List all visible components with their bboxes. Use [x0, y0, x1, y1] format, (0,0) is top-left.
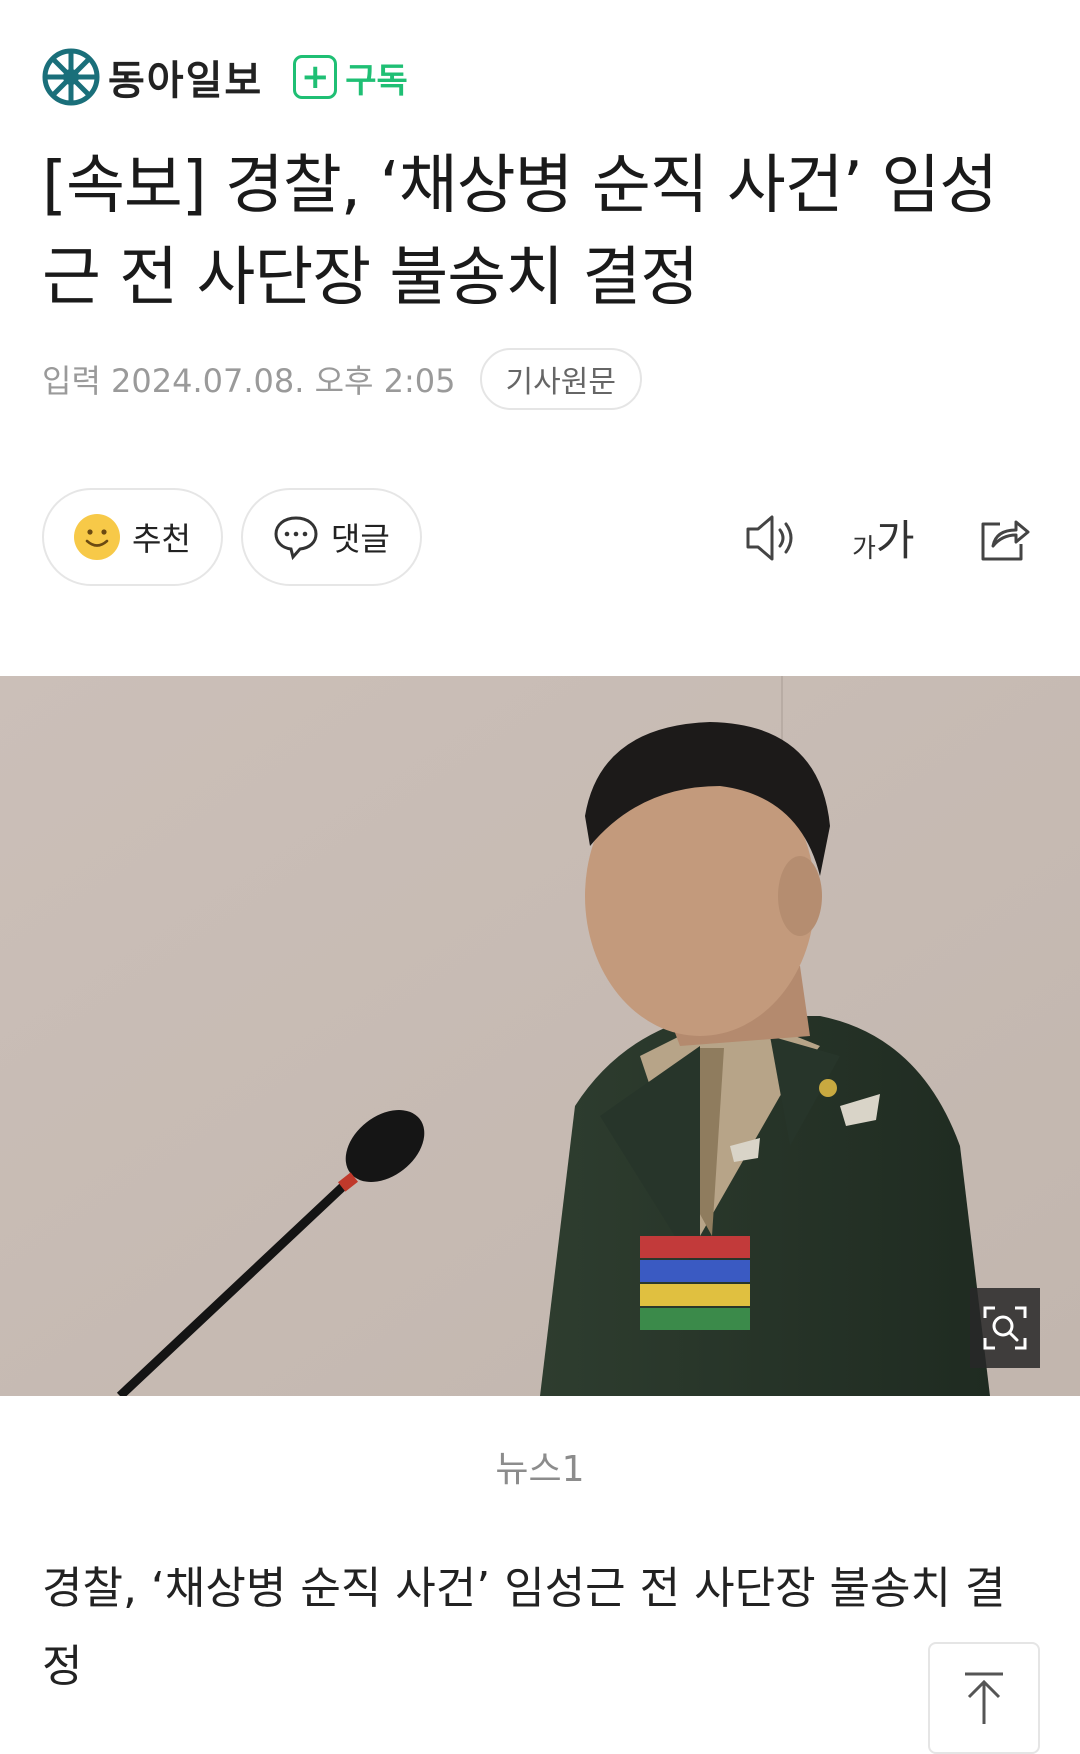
speech-bubble-icon [274, 516, 318, 561]
subscribe-label: 구독 [345, 60, 408, 101]
published-date: 입력 2024.07.08. 오후 2:05 [42, 362, 456, 400]
scroll-top-icon [965, 1672, 1003, 1724]
image-zoom-button[interactable] [970, 1288, 1040, 1368]
font-small-label: 가 [852, 534, 876, 564]
reaction-bar: 추천 댓글 [42, 488, 440, 586]
plus-icon: + [293, 55, 338, 99]
original-article-button[interactable]: 기사원문 [479, 348, 642, 410]
recommend-button[interactable]: 추천 [42, 488, 223, 586]
dongailbo-logo-icon[interactable] [42, 48, 100, 106]
brand-name[interactable]: 동아일보 [108, 48, 263, 106]
smiley-icon [74, 514, 120, 560]
comment-label: 댓글 [330, 520, 390, 558]
font-size-button[interactable]: 가 가 [852, 510, 915, 565]
recommend-label: 추천 [132, 520, 191, 558]
photo-credit: 뉴스1 [495, 1449, 585, 1490]
article-title: [속보] 경찰, ‘채상병 순직 사건’ 임성근 전 사단장 불송치 결정 [42, 149, 998, 315]
article-meta: 입력 2024.07.08. 오후 2:05 기사원문 [42, 348, 642, 410]
magnify-icon [983, 1306, 1027, 1350]
article-subtitle: 경찰, ‘채상병 순직 사건’ 임성근 전 사단장 불송치 결정 [42, 1563, 1006, 1692]
comment-button[interactable]: 댓글 [240, 488, 422, 586]
subscribe-button[interactable]: + 구독 [293, 53, 408, 102]
site-header: 동아일보 + 구독 [42, 44, 408, 110]
font-large-label: 가 [875, 516, 915, 565]
scroll-top-button[interactable] [928, 1642, 1040, 1754]
article-photo [0, 676, 1080, 1396]
share-icon[interactable] [978, 510, 1032, 564]
speaker-icon[interactable] [744, 512, 800, 564]
